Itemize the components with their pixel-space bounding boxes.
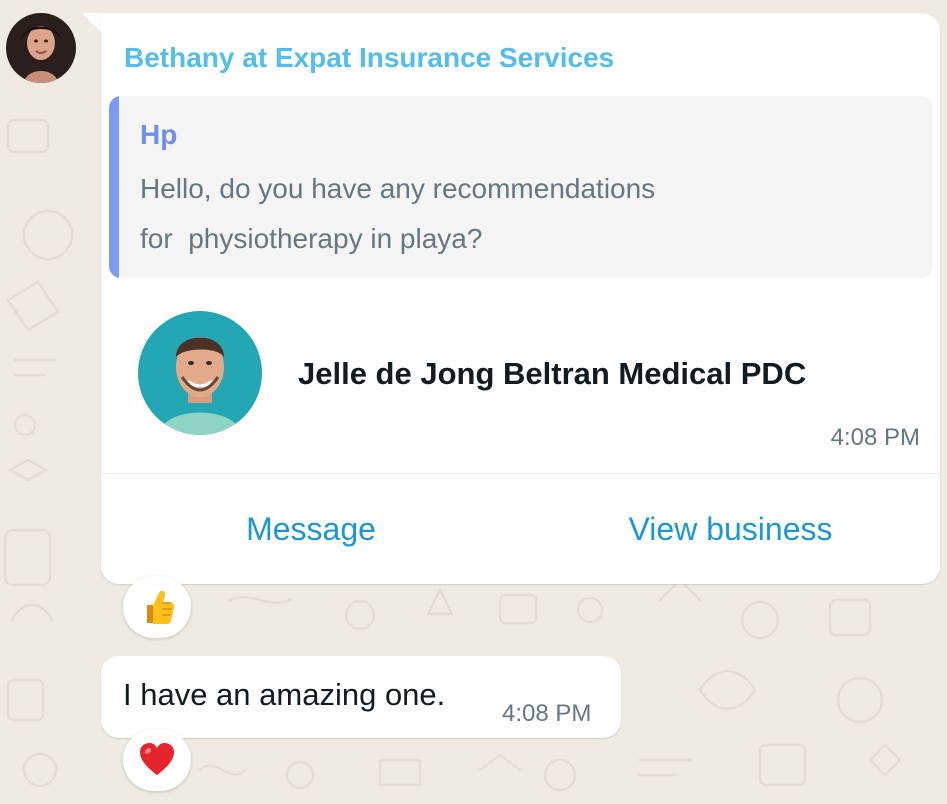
- business-message-bubble: Bethany at Expat Insurance Services Hp H…: [101, 13, 940, 584]
- reaction-badge[interactable]: [123, 576, 191, 638]
- text-message-bubble: I have an amazing one. 4:08 PM: [101, 656, 621, 738]
- message-timestamp: 4:08 PM: [502, 700, 592, 727]
- quote-accent-bar: [109, 96, 119, 278]
- quote-author: Hp: [140, 119, 178, 150]
- message-timestamp: 4:08 PM: [830, 424, 920, 451]
- contact-name: Jelle de Jong Beltran Medical PDC: [298, 356, 807, 391]
- sender-avatar[interactable]: [6, 13, 76, 83]
- view-business-button[interactable]: View business: [521, 474, 940, 584]
- sender-name[interactable]: Bethany at Expat Insurance Services: [124, 41, 614, 75]
- quote-line: for physiotherapy in playa?: [140, 223, 483, 254]
- red-heart-icon: [140, 743, 174, 775]
- thumbs-up-icon: [147, 590, 175, 624]
- quote-text: Hello, do you have any recommendations f…: [140, 164, 780, 264]
- message-text[interactable]: I have an amazing one.: [123, 676, 445, 714]
- quoted-message[interactable]: Hp Hello, do you have any recommendation…: [109, 96, 933, 278]
- reaction-badge[interactable]: [123, 729, 191, 791]
- quote-line: Hello, do you have any recommendations: [140, 173, 656, 204]
- contact-avatar[interactable]: [138, 311, 262, 435]
- message-button[interactable]: Message: [101, 474, 521, 584]
